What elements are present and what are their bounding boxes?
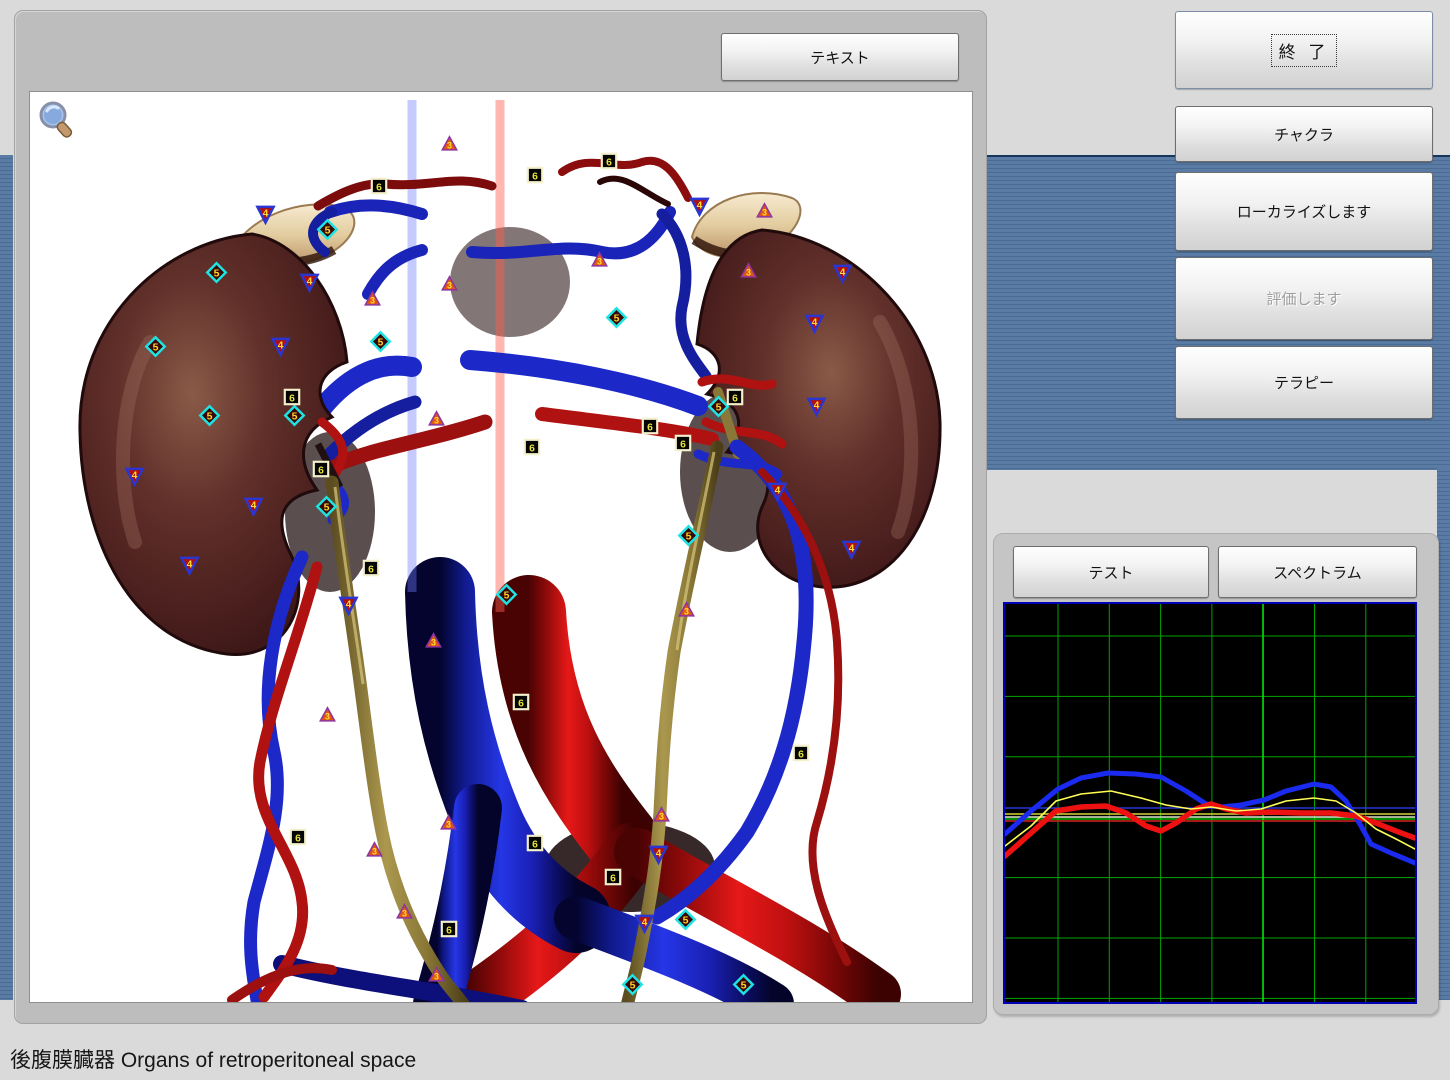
organ-title: 後腹膜臓器 Organs of retroperitoneal space bbox=[10, 1044, 416, 1074]
test-button[interactable]: テスト bbox=[1013, 546, 1209, 598]
magnifier-icon[interactable] bbox=[38, 100, 76, 144]
anatomy-panel: テキスト bbox=[14, 10, 987, 1024]
exit-button[interactable]: 終 了 bbox=[1175, 11, 1433, 89]
spectrum-panel: テスト スペクトラム bbox=[993, 533, 1439, 1015]
status-bar: 後腹膜臓器 Organs of retroperitoneal space bbox=[0, 1022, 1450, 1080]
spectrum-graph bbox=[1003, 602, 1417, 1004]
background-blue-strip-left bbox=[0, 155, 13, 1000]
evaluate-button: 評価します bbox=[1175, 257, 1433, 340]
therapy-button[interactable]: テラピー bbox=[1175, 346, 1433, 419]
text-button[interactable]: テキスト bbox=[721, 33, 959, 81]
anatomy-image[interactable]: 3333333333333334444444444444445555555555… bbox=[29, 91, 973, 1003]
chakra-button[interactable]: チャクラ bbox=[1175, 106, 1433, 162]
localize-button[interactable]: ローカライズします bbox=[1175, 172, 1433, 251]
anatomy-illustration bbox=[30, 92, 972, 1002]
spectrum-button[interactable]: スペクトラム bbox=[1218, 546, 1417, 598]
